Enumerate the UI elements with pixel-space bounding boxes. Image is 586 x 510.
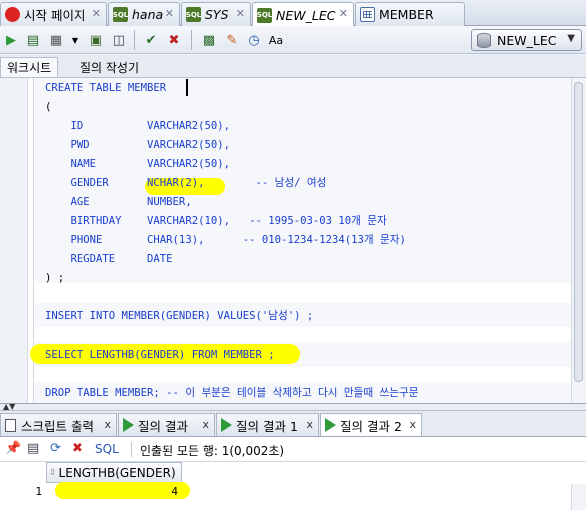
- close-icon[interactable]: ✕: [165, 7, 174, 20]
- code-line: BIRTHDAY VARCHAR2(10), -- 1995-03-03 10개…: [45, 215, 387, 227]
- explain-plan-icon[interactable]: ▦: [47, 31, 65, 49]
- chevron-down-icon[interactable]: ▼: [66, 31, 84, 49]
- result-toolbar: 📌 ▤ ⟳ ✖ SQL 인출된 모든 행: 1(0,002초): [0, 437, 586, 462]
- pin-icon[interactable]: 📌: [5, 441, 21, 456]
- text-cursor: [186, 79, 188, 96]
- code-line: DROP TABLE MEMBER; -- 이 부분은 테이블 삭제하고 다시 …: [45, 387, 419, 399]
- tab-start-page[interactable]: 시작 페이지 ✕: [0, 2, 107, 26]
- close-icon[interactable]: ✕: [236, 7, 245, 20]
- history-icon[interactable]: ◷: [245, 31, 263, 49]
- table-icon: [360, 7, 375, 22]
- close-icon[interactable]: ✕: [92, 7, 101, 20]
- tab-label: 질의 결과 2: [340, 418, 402, 434]
- worksheet-toolbar: ▶ ▤ ▦ ▼ ▣ ◫ ✔ ✖ ▩ ✎ ◷ Aa NEW_LEC ▼: [0, 26, 586, 54]
- result-grid: ⇳ LENGTHB(GENDER) 1 4: [0, 462, 586, 510]
- tab-query-builder[interactable]: 질의 작성기: [74, 57, 145, 77]
- fetch-status: 인출된 모든 행: 1(0,002초): [140, 444, 285, 458]
- code-line: INSERT INTO MEMBER(GENDER) VALUES('남성') …: [45, 310, 314, 322]
- row-number: 1: [35, 485, 42, 498]
- code-line: REGDATE DATE: [45, 253, 173, 265]
- sort-icon[interactable]: ⇳: [49, 468, 57, 478]
- sql-worksheet-icon: SQL: [186, 7, 201, 22]
- sql-tuning-icon[interactable]: ◫: [110, 31, 128, 49]
- result-tab-bar: 스크립트 출력 x 질의 결과 x 질의 결과 1 x 질의 결과 2 x: [0, 411, 586, 437]
- tab-label: 시작 페이지: [24, 8, 86, 23]
- line-gutter: [0, 78, 28, 403]
- tab-label: 스크립트 출력: [21, 418, 94, 434]
- refresh-icon[interactable]: ⟳: [50, 441, 61, 456]
- document-tab-bar: 시작 페이지 ✕ SQL hana ✕ SQL SYS ✕ SQL NEW_LE…: [0, 0, 586, 27]
- run-script-icon[interactable]: ▤: [24, 31, 42, 49]
- code-line: SELECT LENGTHB(GENDER) FROM MEMBER ;: [45, 349, 275, 361]
- home-icon: [5, 7, 20, 22]
- code-line: GENDER NCHAR(2), -- 남성/ 여성: [45, 177, 327, 189]
- table-cell[interactable]: 4: [46, 483, 182, 501]
- tab-worksheet[interactable]: 워크시트: [0, 57, 59, 77]
- scrollbar-thumb[interactable]: [574, 82, 583, 382]
- sql-button[interactable]: SQL: [95, 442, 119, 456]
- code-line: PWD VARCHAR2(50),: [45, 139, 230, 151]
- run-statement-icon[interactable]: ▶: [2, 31, 20, 49]
- grid-corner: [0, 462, 46, 483]
- sql-worksheet-icon: SQL: [113, 7, 128, 22]
- code-line: PHONE CHAR(13), -- 010-1234-1234(13개 문자): [45, 234, 406, 246]
- tab-query-result[interactable]: 질의 결과 x: [118, 413, 215, 436]
- sql-history-icon[interactable]: ▩: [200, 31, 218, 49]
- code-line: ) ;: [45, 272, 65, 284]
- worksheet-subtabs: 워크시트 질의 작성기: [0, 55, 586, 78]
- tab-member[interactable]: MEMBER: [355, 2, 465, 26]
- clear-eraser-icon[interactable]: ✎: [223, 31, 241, 49]
- close-icon[interactable]: x: [409, 418, 416, 431]
- tab-label: SYS: [205, 7, 229, 22]
- column-header-label: LENGTHB(GENDER): [58, 465, 176, 480]
- play-icon: [123, 418, 134, 432]
- rollback-icon[interactable]: ✖: [165, 31, 183, 49]
- commit-icon[interactable]: ✔: [142, 31, 160, 49]
- sql-editor[interactable]: CREATE TABLE MEMBER ( ID VARCHAR2(50), P…: [0, 78, 586, 404]
- tab-label: hana: [132, 7, 164, 22]
- print-icon[interactable]: ▤: [27, 441, 39, 456]
- tab-label: 질의 결과 1: [236, 418, 298, 434]
- close-icon[interactable]: x: [104, 418, 111, 431]
- connection-label: NEW_LEC: [497, 32, 557, 48]
- code-line: NAME VARCHAR2(50),: [45, 158, 230, 170]
- tab-hana[interactable]: SQL hana ✕: [108, 2, 180, 26]
- autotrace-icon[interactable]: ▣: [87, 31, 105, 49]
- close-icon[interactable]: x: [306, 418, 313, 431]
- format-case-icon[interactable]: Aa: [267, 31, 285, 49]
- toolbar-divider: [131, 442, 132, 457]
- tab-label: MEMBER: [379, 7, 434, 22]
- pane-splitter[interactable]: ▲▼: [0, 402, 586, 411]
- script-output-icon: [5, 418, 16, 432]
- toolbar-divider: [134, 30, 135, 50]
- tab-label: NEW_LEC: [276, 7, 336, 23]
- collapse-arrows-icon[interactable]: ▲▼: [3, 402, 15, 411]
- code-line: CREATE TABLE MEMBER: [45, 82, 167, 94]
- cancel-icon[interactable]: ✖: [72, 441, 83, 456]
- chevron-down-icon: ▼: [567, 33, 575, 44]
- play-icon: [325, 418, 336, 432]
- database-icon: [477, 32, 491, 48]
- tab-sys[interactable]: SQL SYS ✕: [181, 2, 251, 26]
- code-line: AGE NUMBER,: [45, 196, 192, 208]
- toolbar-divider: [191, 30, 192, 50]
- code-line: (: [45, 101, 52, 113]
- tab-label: 질의 결과: [138, 418, 188, 434]
- connection-select[interactable]: NEW_LEC ▼: [471, 29, 582, 51]
- close-icon[interactable]: ✕: [339, 7, 348, 20]
- grid-scrollbar[interactable]: [571, 484, 586, 510]
- sql-worksheet-icon: SQL: [257, 7, 272, 23]
- tab-query-result-2[interactable]: 질의 결과 2 x: [320, 413, 422, 436]
- code-line: ID VARCHAR2(50),: [45, 120, 230, 132]
- tab-new-lec[interactable]: SQL NEW_LEC ✕: [252, 2, 354, 27]
- editor-scrollbar[interactable]: [571, 78, 586, 403]
- play-icon: [221, 418, 232, 432]
- tab-query-result-1[interactable]: 질의 결과 1 x: [216, 413, 319, 436]
- tab-script-output[interactable]: 스크립트 출력 x: [0, 413, 117, 436]
- column-header[interactable]: ⇳ LENGTHB(GENDER): [46, 462, 182, 483]
- close-icon[interactable]: x: [202, 418, 209, 431]
